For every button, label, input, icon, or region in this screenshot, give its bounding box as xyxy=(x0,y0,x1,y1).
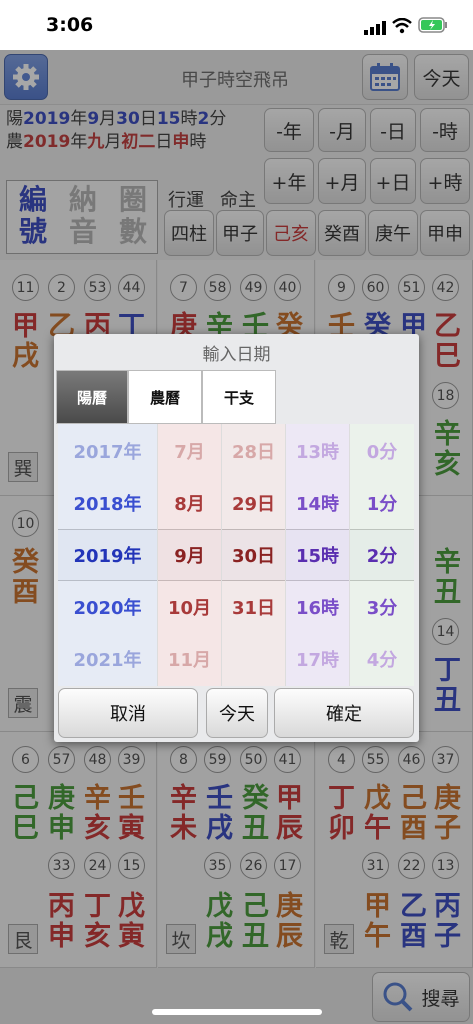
picker-month-item[interactable]: 7月 xyxy=(158,438,221,464)
picker-minute-item[interactable]: 4分 xyxy=(350,646,414,672)
status-time: 3:06 xyxy=(46,14,94,36)
picker-year-item[interactable]: 2021年 xyxy=(58,646,157,672)
tab-solar[interactable]: 陽曆 xyxy=(56,370,128,424)
picker-hour-item[interactable]: 17時 xyxy=(286,646,349,672)
picker-minute-item[interactable]: 0分 xyxy=(350,438,414,464)
picker-day-item[interactable]: 28日 xyxy=(222,438,285,464)
year-column[interactable]: 2017年 2018年 2019年 2020年 2021年 xyxy=(58,424,158,686)
picker-month-item[interactable]: 8月 xyxy=(158,490,221,516)
picker-minute-item[interactable]: 2分 xyxy=(350,542,414,568)
picker-year-item[interactable]: 2017年 xyxy=(58,438,157,464)
confirm-button[interactable]: 確定 xyxy=(274,688,414,738)
month-column[interactable]: 7月 8月 9月 10月 11月 xyxy=(158,424,222,686)
picker-minute-item[interactable]: 1分 xyxy=(350,490,414,516)
picker-hour-item[interactable]: 16時 xyxy=(286,594,349,620)
picker-minute-item[interactable]: 3分 xyxy=(350,594,414,620)
date-picker[interactable]: 2017年 2018年 2019年 2020年 2021年 7月 8月 9月 1… xyxy=(58,424,414,686)
picker-day-item[interactable]: 31日 xyxy=(222,594,285,620)
picker-year-item[interactable]: 2020年 xyxy=(58,594,157,620)
cancel-button[interactable]: 取消 xyxy=(58,688,198,738)
picker-hour-item[interactable]: 13時 xyxy=(286,438,349,464)
picker-month-item[interactable]: 11月 xyxy=(158,646,221,672)
wifi-icon xyxy=(392,17,412,34)
picker-year-item[interactable]: 2019年 xyxy=(58,542,157,568)
picker-day-item[interactable]: 30日 xyxy=(222,542,285,568)
tab-lunar[interactable]: 農曆 xyxy=(128,370,202,424)
picker-year-item[interactable]: 2018年 xyxy=(58,490,157,516)
hour-column[interactable]: 13時 14時 15時 16時 17時 xyxy=(286,424,350,686)
picker-day-item[interactable]: 29日 xyxy=(222,490,285,516)
home-indicator xyxy=(152,1009,322,1015)
picker-month-item[interactable]: 10月 xyxy=(158,594,221,620)
dialog-today-button[interactable]: 今天 xyxy=(206,688,268,738)
day-column[interactable]: 28日 29日 30日 31日 xyxy=(222,424,286,686)
battery-icon xyxy=(418,17,448,33)
signal-icon xyxy=(364,20,386,35)
picker-hour-item[interactable]: 15時 xyxy=(286,542,349,568)
minute-column[interactable]: 0分 1分 2分 3分 4分 xyxy=(350,424,414,686)
picker-month-item[interactable]: 9月 xyxy=(158,542,221,568)
tab-ganzhi[interactable]: 干支 xyxy=(202,370,276,424)
dialog-title: 輸入日期 xyxy=(202,345,271,365)
picker-hour-item[interactable]: 14時 xyxy=(286,490,349,516)
